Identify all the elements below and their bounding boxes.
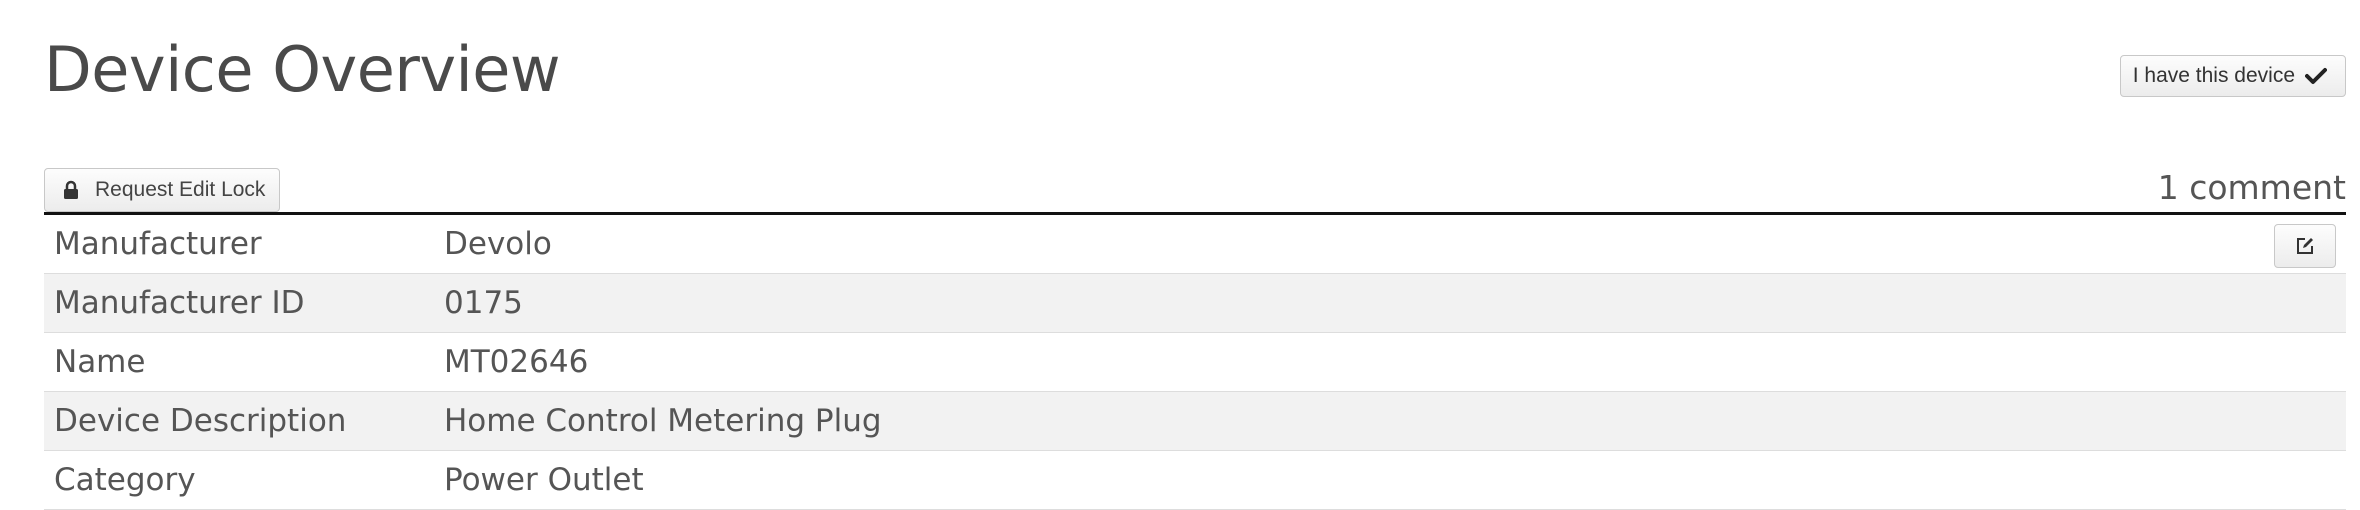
have-device-label: I have this device xyxy=(2132,64,2295,87)
edit-button[interactable] xyxy=(2274,224,2336,268)
property-label: Manufacturer ID xyxy=(54,285,305,321)
i-have-this-device-button[interactable]: I have this device xyxy=(2119,55,2346,97)
edit-icon xyxy=(2295,236,2315,256)
property-row-device-description: Device Description Home Control Metering… xyxy=(44,392,2346,451)
comments-link[interactable]: 1 comment xyxy=(2158,166,2346,210)
request-edit-lock-label: Request Edit Lock xyxy=(95,178,266,201)
property-label: Name xyxy=(54,344,146,380)
page-title: Device Overview xyxy=(44,33,561,106)
device-properties-table: Manufacturer Devolo Manufacturer ID 0175… xyxy=(44,215,2346,510)
property-label: Manufacturer xyxy=(54,226,262,262)
property-value: Devolo xyxy=(444,226,552,262)
lock-icon xyxy=(63,180,79,200)
property-value: MT02646 xyxy=(444,344,589,380)
property-row-category: Category Power Outlet xyxy=(44,451,2346,510)
property-label: Category xyxy=(54,462,196,498)
property-value: Power Outlet xyxy=(444,462,644,498)
request-edit-lock-button[interactable]: Request Edit Lock xyxy=(44,168,281,212)
property-label: Device Description xyxy=(54,403,347,439)
property-value: 0175 xyxy=(444,285,523,321)
check-icon xyxy=(2305,67,2327,85)
property-row-manufacturer-id: Manufacturer ID 0175 xyxy=(44,274,2346,333)
property-value: Home Control Metering Plug xyxy=(444,403,882,439)
property-row-manufacturer: Manufacturer Devolo xyxy=(44,215,2346,274)
property-row-name: Name MT02646 xyxy=(44,333,2346,392)
